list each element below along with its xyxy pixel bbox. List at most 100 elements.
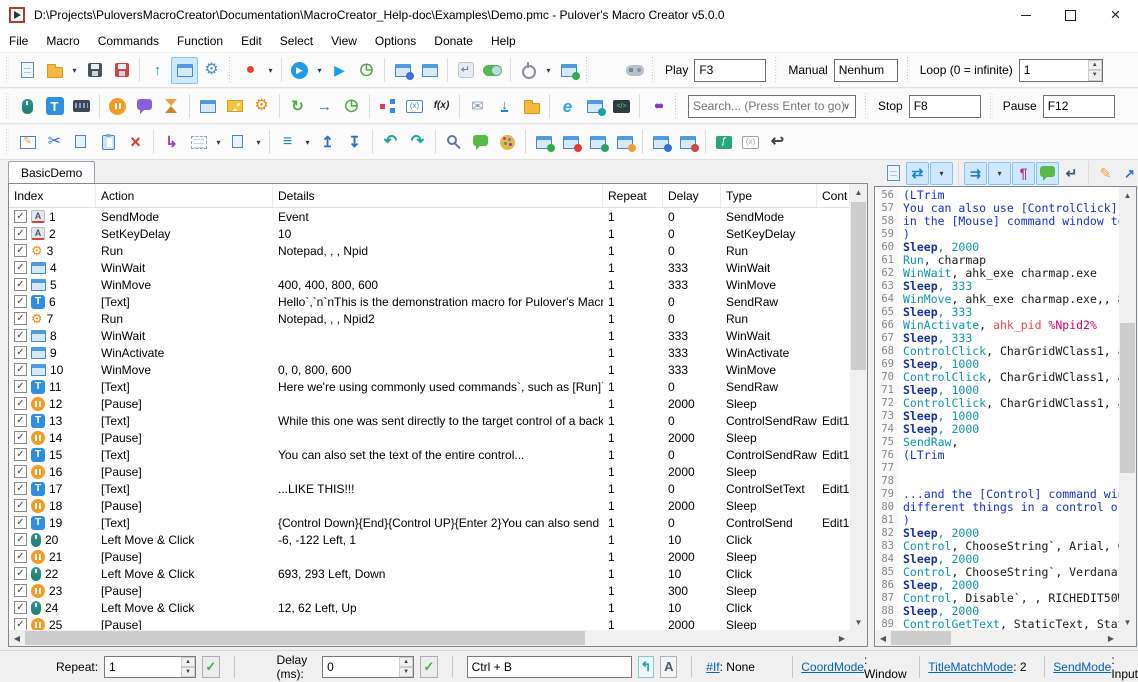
gamepad-button[interactable]	[621, 57, 648, 84]
record-button[interactable]: ●	[237, 57, 264, 84]
table-row[interactable]: ✓25[Pause]12000Sleep	[9, 616, 850, 630]
indent-code-button[interactable]: ⇉	[964, 162, 987, 185]
export-macro-button[interactable]: ↑	[144, 57, 171, 84]
chevron-down-icon[interactable]: ∨	[843, 101, 850, 112]
scroll-right-icon[interactable]: ▶	[1103, 630, 1119, 646]
row-checkbox[interactable]: ✓	[14, 278, 27, 291]
scroll-down-icon[interactable]: ▼	[850, 614, 867, 630]
column-index[interactable]: Index	[9, 184, 96, 207]
status-link-coordmode[interactable]: CoordMode	[801, 660, 864, 674]
column-details[interactable]: Details	[273, 184, 603, 207]
row-checkbox[interactable]: ✓	[14, 227, 27, 240]
window-preview-button[interactable]	[171, 57, 198, 84]
scroll-up-icon[interactable]: ▲	[850, 184, 867, 200]
sync-code-button[interactable]: ⇄	[906, 162, 929, 185]
macro-settings-button[interactable]: ⚙	[198, 57, 225, 84]
return-command-button[interactable]: ↩	[764, 129, 791, 156]
table-row[interactable]: ✓24Left Move & Click12, 62 Left, Up110Cl…	[9, 599, 850, 616]
wait-command-button[interactable]	[158, 93, 185, 120]
comment-button[interactable]	[467, 129, 494, 156]
toggle-hotkeys-button[interactable]	[479, 57, 506, 84]
autoexec-button[interactable]: A	[660, 656, 677, 678]
row-checkbox[interactable]: ✓	[14, 295, 27, 308]
text-command-button[interactable]: T	[41, 93, 68, 120]
move-to-bottom-button[interactable]: ↧	[341, 129, 368, 156]
indent-code-dropdown[interactable]: ▾	[988, 162, 1011, 185]
table-row[interactable]: ✓A1SendModeEvent10SendMode	[9, 208, 850, 225]
menu-select[interactable]: Select	[271, 31, 322, 51]
play-hotkey-input[interactable]	[694, 59, 766, 82]
delay-stepper[interactable]: ▲▼	[399, 657, 413, 677]
row-checkbox[interactable]: ✓	[14, 584, 27, 597]
show-comments-button[interactable]	[1036, 162, 1059, 185]
move-selection-button[interactable]: ↳	[158, 129, 185, 156]
table-row[interactable]: ✓T6[Text]Hello`,`n`nThis is the demonstr…	[9, 293, 850, 310]
pause-hotkey-input[interactable]	[1043, 95, 1115, 118]
table-row[interactable]: ✓T13[Text]While this one was sent direct…	[9, 412, 850, 429]
undo-button[interactable]: ↶	[377, 129, 404, 156]
new-file-button[interactable]	[14, 57, 41, 84]
table-row[interactable]: ✓T11[Text]Here we're using commonly used…	[9, 378, 850, 395]
pick-hotkey-button[interactable]: ↰	[638, 656, 655, 678]
scrollbar-thumb[interactable]	[891, 631, 951, 645]
mouse-command-button[interactable]	[14, 93, 41, 120]
scroll-left-icon[interactable]: ◀	[875, 630, 891, 646]
menu-view[interactable]: View	[322, 31, 366, 51]
row-checkbox[interactable]: ✓	[14, 414, 27, 427]
download-command-button[interactable]: ↓	[491, 93, 518, 120]
select-rows-dropdown[interactable]: ▾	[212, 129, 225, 156]
previous-window-button[interactable]	[647, 129, 674, 156]
scroll-down-icon[interactable]: ▼	[1119, 614, 1136, 630]
delay-apply-button[interactable]: ✓	[420, 656, 437, 678]
row-checkbox[interactable]: ✓	[14, 499, 27, 512]
redo-button[interactable]: ↷	[404, 129, 431, 156]
copy-button[interactable]	[68, 129, 95, 156]
search-command-button[interactable]: ●●	[644, 93, 671, 120]
find-button[interactable]	[440, 129, 467, 156]
run-window-button[interactable]	[555, 57, 582, 84]
repeat-apply-button[interactable]: ✓	[202, 656, 219, 678]
row-checkbox[interactable]: ✓	[14, 431, 27, 444]
move-to-top-button[interactable]: ↥	[314, 129, 341, 156]
code-command-button[interactable]: </>	[608, 93, 635, 120]
table-row[interactable]: ✓12[Pause]12000Sleep	[9, 395, 850, 412]
edit-code-button[interactable]: ✎	[1094, 162, 1117, 185]
row-checkbox[interactable]: ✓	[14, 210, 27, 223]
loop-command-button[interactable]: ↻	[284, 93, 311, 120]
table-row[interactable]: ✓18[Pause]12000Sleep	[9, 497, 850, 514]
delete-row-button[interactable]: ×	[122, 129, 149, 156]
table-row[interactable]: ✓9WinActivate1333WinActivate	[9, 344, 850, 361]
table-row[interactable]: ✓20Left Move & Click-6, -122 Left, 1110C…	[9, 531, 850, 548]
add-window-button[interactable]	[530, 129, 557, 156]
schedule-button[interactable]: ◷	[353, 57, 380, 84]
if-else-command-button[interactable]	[374, 93, 401, 120]
table-row[interactable]: ✓⚙3RunNotepad, , , Npid10Run	[9, 242, 850, 259]
row-checkbox[interactable]: ✓	[14, 618, 27, 630]
pause-command-button[interactable]	[104, 93, 131, 120]
menu-edit[interactable]: Edit	[232, 31, 271, 51]
minimize-button[interactable]	[1003, 0, 1048, 30]
save-file-as-button[interactable]	[108, 57, 135, 84]
table-row[interactable]: ✓16[Pause]12000Sleep	[9, 463, 850, 480]
hotkey-input[interactable]	[467, 656, 632, 678]
duplicate-rows-button[interactable]	[225, 129, 252, 156]
row-checkbox[interactable]: ✓	[14, 567, 27, 580]
table-row[interactable]: ✓10WinMove0, 0, 800, 6001333WinMove	[9, 361, 850, 378]
window-command-button[interactable]	[194, 93, 221, 120]
table-row[interactable]: ✓8WinWait1333WinWait	[9, 327, 850, 344]
column-delay[interactable]: Delay	[663, 184, 721, 207]
column-cont[interactable]: Cont	[817, 184, 850, 207]
scroll-right-icon[interactable]: ▶	[834, 630, 850, 646]
column-repeat[interactable]: Repeat	[603, 184, 663, 207]
repeat-stepper[interactable]: ▲▼	[181, 657, 195, 677]
stop-hotkey-input[interactable]	[909, 95, 981, 118]
table-row[interactable]: ✓A2SetKeyDelay1010SetKeyDelay	[9, 225, 850, 242]
paste-button[interactable]	[95, 129, 122, 156]
row-checkbox[interactable]: ✓	[14, 601, 27, 614]
duplicate-rows-dropdown[interactable]: ▾	[252, 129, 265, 156]
table-row[interactable]: ✓T15[Text]You can also set the text of t…	[9, 446, 850, 463]
row-checkbox[interactable]: ✓	[14, 448, 27, 461]
goto-window-button[interactable]	[584, 129, 611, 156]
row-checkbox[interactable]: ✓	[14, 533, 27, 546]
play-current-button[interactable]: ▶	[326, 57, 353, 84]
